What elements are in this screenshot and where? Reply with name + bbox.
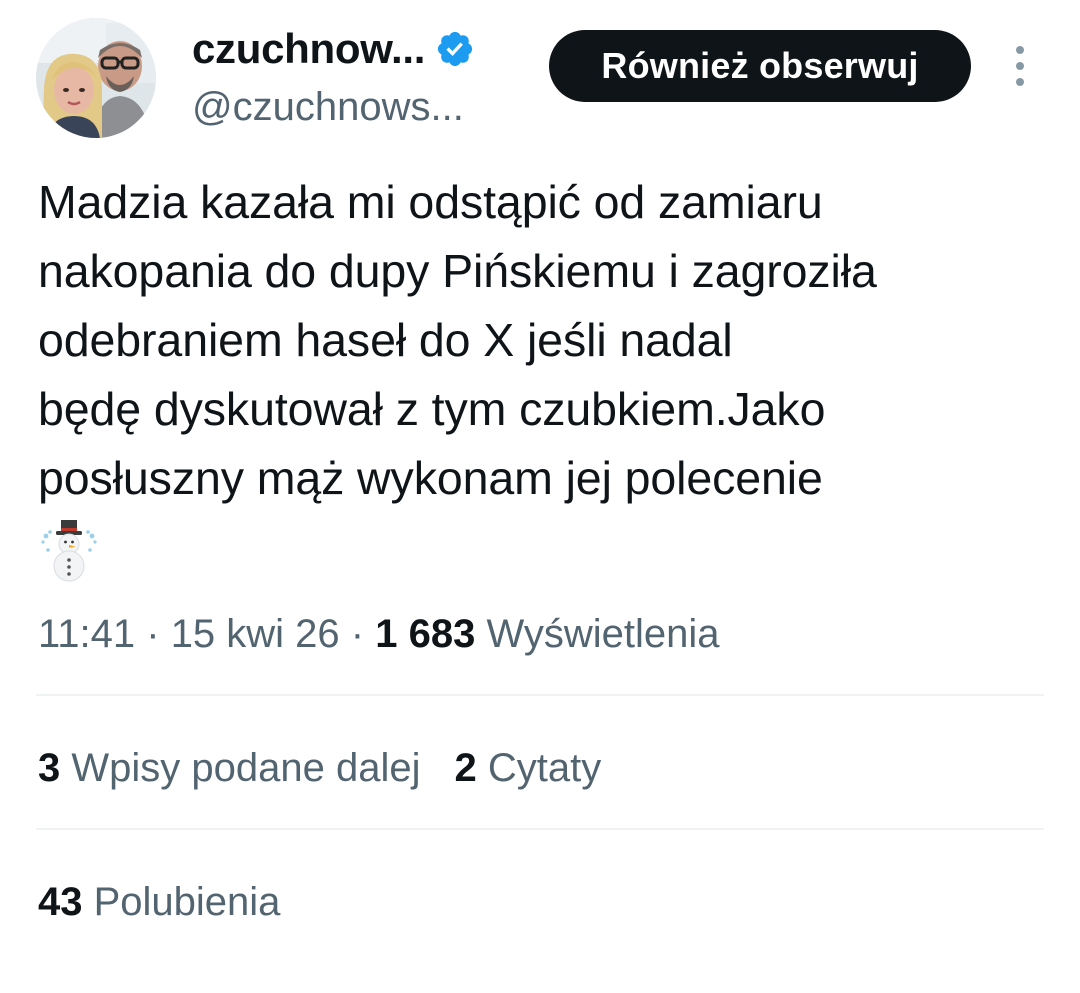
follow-back-button[interactable]: Również obserwuj xyxy=(549,30,971,102)
tweet-header: czuchnow... @czuchnows... Również obserw… xyxy=(0,0,1080,150)
tweet-meta: 11:41 · 15 kwi 26 · 1 683 Wyświetlenia xyxy=(38,604,720,664)
engagement-row: 3 Wpisy podane dalej 2 Cytaty xyxy=(38,738,635,798)
tweet-time[interactable]: 11:41 xyxy=(38,612,135,656)
divider xyxy=(36,694,1044,696)
meta-separator: · xyxy=(339,612,376,656)
reposts-label: Wpisy podane dalej xyxy=(60,746,421,790)
tweet-text: Madzia kazała mi odstąpić od zamiaru nak… xyxy=(38,176,877,504)
display-name[interactable]: czuchnow... xyxy=(192,24,425,74)
likes-label: Polubienia xyxy=(82,880,281,924)
user-handle[interactable]: @czuchnows... xyxy=(192,82,464,132)
reposts-stat[interactable]: 3 Wpisy podane dalej xyxy=(38,738,420,798)
more-vertical-icon[interactable] xyxy=(1008,44,1032,88)
display-name-row: czuchnow... xyxy=(192,24,475,74)
divider xyxy=(36,828,1044,830)
views-label: Wyświetlenia xyxy=(475,612,720,656)
views-count: 1 683 xyxy=(375,612,476,656)
tweet-date[interactable]: 15 kwi 26 xyxy=(171,612,340,656)
verified-badge-icon xyxy=(438,31,473,67)
quotes-stat[interactable]: 2 Cytaty xyxy=(454,738,601,798)
avatar-photo xyxy=(36,18,156,138)
meta-separator: · xyxy=(135,612,171,656)
likes-count: 43 xyxy=(38,880,83,924)
quotes-label: Cytaty xyxy=(476,746,602,790)
likes-row: 43 Polubienia xyxy=(38,872,314,932)
avatar[interactable] xyxy=(36,18,156,138)
quotes-count: 2 xyxy=(454,746,477,790)
likes-stat[interactable]: 43 Polubienia xyxy=(38,872,280,932)
snowman-icon xyxy=(41,520,97,582)
reposts-count: 3 xyxy=(38,746,61,790)
